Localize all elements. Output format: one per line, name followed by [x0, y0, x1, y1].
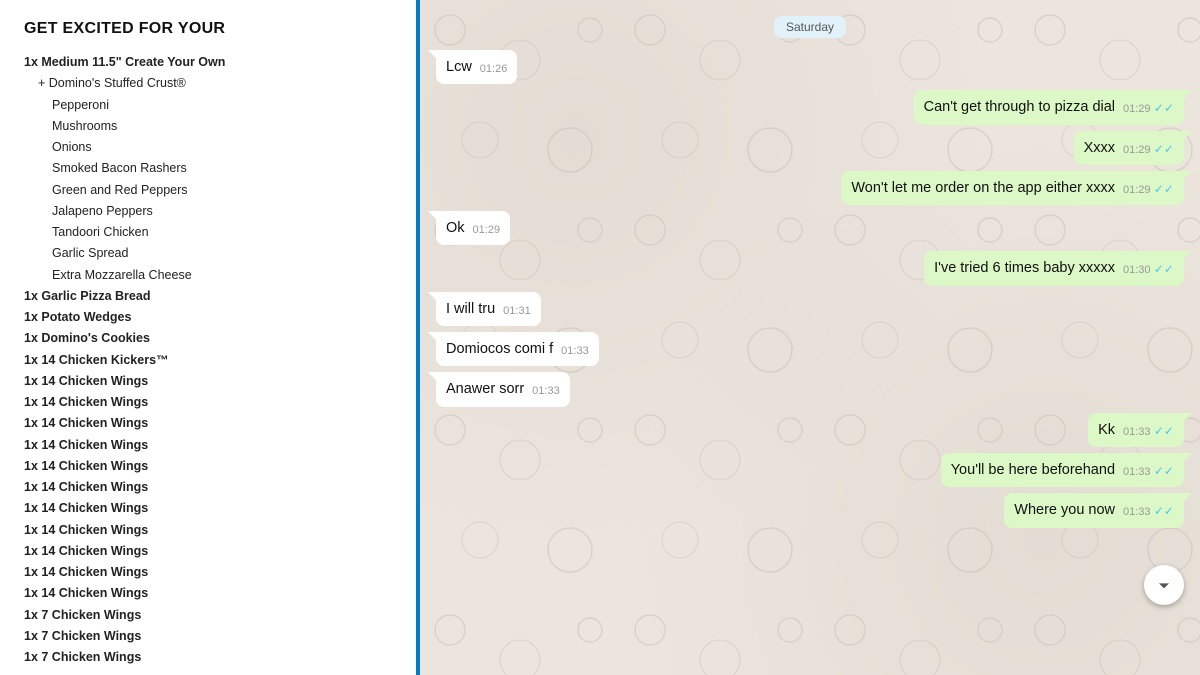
message-row: Can't get through to pizza dial 01:29 ✓✓: [436, 90, 1184, 124]
order-list-item: 1x 14 Chicken Wings: [24, 562, 396, 583]
message-text: Ok: [446, 220, 465, 236]
message-row: I will tru 01:31: [436, 292, 1184, 326]
order-list-item: 1x 14 Chicken Wings: [24, 392, 396, 413]
message-ticks: ✓✓: [1151, 142, 1174, 156]
message-time: 01:33: [561, 345, 589, 357]
order-list-item: Tandoori Chicken: [24, 222, 396, 243]
order-list-item: 1x Domino's Cookies: [24, 328, 396, 349]
order-list-item: 1x 7 Chicken Wings: [24, 647, 396, 668]
message-row: Kk 01:33 ✓✓: [436, 413, 1184, 447]
received-bubble: Anawer sorr 01:33: [436, 372, 570, 406]
chat-messages-container[interactable]: Saturday Lcw 01:26 Can't get through to piz…: [420, 0, 1200, 675]
sent-bubble: Won't let me order on the app either xxx…: [841, 171, 1184, 205]
message-text: You'll be here beforehand: [951, 462, 1115, 478]
order-list-item: 1x 14 Chicken Wings: [24, 520, 396, 541]
order-list-item: + Domino's Stuffed Crust®: [24, 73, 396, 94]
message-time: 01:30 ✓✓: [1123, 264, 1174, 276]
received-bubble: I will tru 01:31: [436, 292, 541, 326]
chevron-down-icon: [1154, 575, 1174, 595]
message-ticks: ✓✓: [1151, 101, 1174, 115]
sent-bubble: Kk 01:33 ✓✓: [1088, 413, 1184, 447]
order-list-item: Pepperoni: [24, 95, 396, 116]
message-row: Xxxx 01:29 ✓✓: [436, 131, 1184, 165]
order-list-item: 1x 14 Chicken Wings: [24, 413, 396, 434]
message-row: Anawer sorr 01:33: [436, 372, 1184, 406]
order-list-item: 1x 14 Chicken Wings: [24, 371, 396, 392]
message-text: Lcw: [446, 59, 472, 75]
message-time: 01:29 ✓✓: [1123, 184, 1174, 196]
chat-panel: Saturday Lcw 01:26 Can't get through to piz…: [420, 0, 1200, 675]
order-list-item: 1x Garlic Pizza Bread: [24, 286, 396, 307]
order-list-item: 1x 14 Chicken Kickers™: [24, 350, 396, 371]
order-list-item: Mushrooms: [24, 116, 396, 137]
message-text: Where you now: [1014, 502, 1115, 518]
message-text: Won't let me order on the app either xxx…: [851, 180, 1115, 196]
sent-bubble: You'll be here beforehand 01:33 ✓✓: [941, 453, 1184, 487]
message-time: 01:33 ✓✓: [1123, 426, 1174, 438]
message-time: 01:33 ✓✓: [1123, 506, 1174, 518]
order-list-item: 1x 7 Chicken Wings: [24, 626, 396, 647]
sent-bubble: Can't get through to pizza dial 01:29 ✓✓: [914, 90, 1184, 124]
order-items-list: 1x Medium 11.5" Create Your Own+ Domino'…: [24, 52, 396, 668]
message-ticks: ✓✓: [1151, 464, 1174, 478]
order-panel: GET EXCITED FOR YOUR 1x Medium 11.5" Cre…: [0, 0, 420, 675]
message-row: I've tried 6 times baby xxxxx 01:30 ✓✓: [436, 251, 1184, 285]
message-text: Can't get through to pizza dial: [924, 99, 1115, 115]
message-time: 01:26: [480, 63, 508, 75]
order-list-item: 1x 14 Chicken Wings: [24, 435, 396, 456]
order-list-item: Smoked Bacon Rashers: [24, 158, 396, 179]
order-list-item: 1x 14 Chicken Wings: [24, 456, 396, 477]
order-list-item: 1x Medium 11.5" Create Your Own: [24, 52, 396, 73]
message-text: Kk: [1098, 422, 1115, 438]
sent-bubble: I've tried 6 times baby xxxxx 01:30 ✓✓: [924, 251, 1184, 285]
message-text: Domiocos comi f: [446, 341, 553, 357]
scroll-down-button[interactable]: [1144, 565, 1184, 605]
order-list-item: Garlic Spread: [24, 243, 396, 264]
message-text: Xxxx: [1084, 140, 1115, 156]
message-time: 01:33: [532, 385, 560, 397]
order-list-item: 1x 7 Chicken Wings: [24, 605, 396, 626]
message-time: 01:29 ✓✓: [1123, 144, 1174, 156]
sent-bubble: Xxxx 01:29 ✓✓: [1074, 131, 1184, 165]
order-list-item: Green and Red Peppers: [24, 180, 396, 201]
message-text: I've tried 6 times baby xxxxx: [934, 260, 1115, 276]
message-time: 01:29: [473, 224, 501, 236]
message-time: 01:33 ✓✓: [1123, 466, 1174, 478]
message-text: Anawer sorr: [446, 381, 524, 397]
received-bubble: Ok 01:29: [436, 211, 510, 245]
order-list-item: Extra Mozzarella Cheese: [24, 265, 396, 286]
order-list-item: 1x 14 Chicken Wings: [24, 583, 396, 604]
order-list-item: Jalapeno Peppers: [24, 201, 396, 222]
received-bubble: Lcw 01:26: [436, 50, 517, 84]
message-ticks: ✓✓: [1151, 182, 1174, 196]
message-time: 01:29 ✓✓: [1123, 103, 1174, 115]
date-badge: Saturday: [774, 16, 846, 38]
received-bubble: Domiocos comi f 01:33: [436, 332, 599, 366]
message-ticks: ✓✓: [1151, 262, 1174, 276]
order-heading: GET EXCITED FOR YOUR: [24, 20, 396, 38]
message-row: Domiocos comi f 01:33: [436, 332, 1184, 366]
order-list-item: Onions: [24, 137, 396, 158]
message-row: Ok 01:29: [436, 211, 1184, 245]
order-list-item: 1x 14 Chicken Wings: [24, 477, 396, 498]
message-time: 01:31: [503, 305, 531, 317]
message-row: Where you now 01:33 ✓✓: [436, 493, 1184, 527]
message-row: Lcw 01:26: [436, 50, 1184, 84]
message-ticks: ✓✓: [1151, 504, 1174, 518]
message-row: You'll be here beforehand 01:33 ✓✓: [436, 453, 1184, 487]
order-list-item: 1x 14 Chicken Wings: [24, 541, 396, 562]
message-row: Won't let me order on the app either xxx…: [436, 171, 1184, 205]
message-text: I will tru: [446, 301, 495, 317]
order-list-item: 1x Potato Wedges: [24, 307, 396, 328]
sent-bubble: Where you now 01:33 ✓✓: [1004, 493, 1184, 527]
order-list-item: 1x 14 Chicken Wings: [24, 498, 396, 519]
message-ticks: ✓✓: [1151, 424, 1174, 438]
